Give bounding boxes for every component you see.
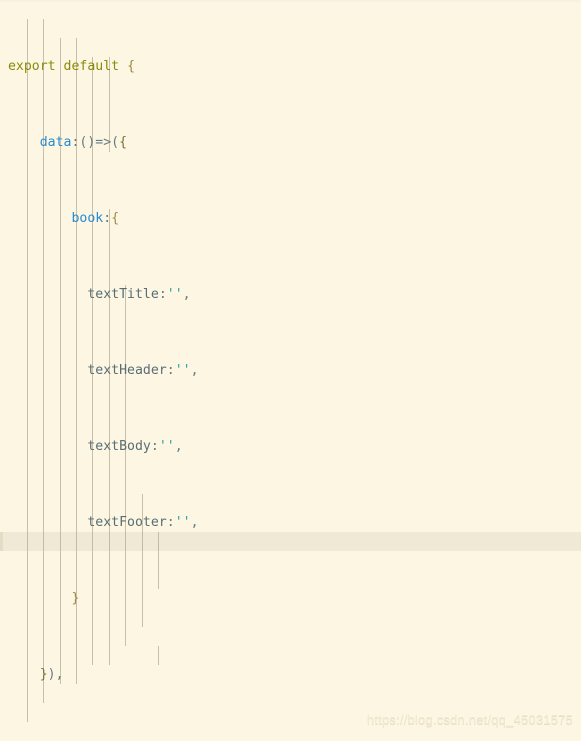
code-editor-viewport[interactable]: export default { data:()=>({ book:{ text… [0, 0, 581, 741]
code-line: data:()=>({ [39, 135, 128, 150]
code-line: }), [39, 667, 64, 682]
code-line: textBody:'', [87, 439, 183, 454]
code-line: textFooter:'', [87, 515, 199, 530]
code-line: textHeader:'', [87, 363, 199, 378]
code-content[interactable]: export default { data:()=>({ book:{ text… [0, 0, 581, 741]
code-line: textTitle:'', [87, 287, 191, 302]
code-line: export default { [7, 59, 136, 74]
csdn-watermark: https://blog.csdn.net/qq_45031575 [366, 712, 573, 727]
code-line: book:{ [71, 211, 120, 226]
code-line: } [71, 591, 80, 606]
